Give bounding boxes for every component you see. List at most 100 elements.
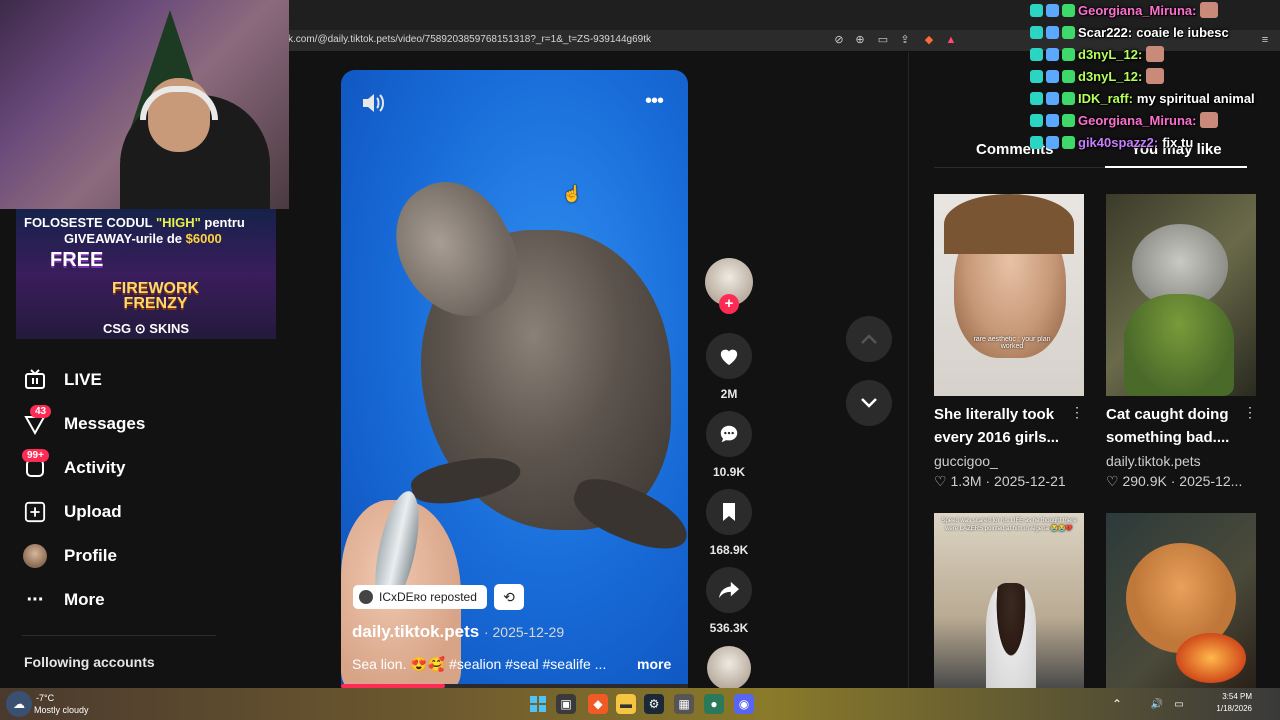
steam-icon[interactable]: ⚙ [644,694,664,714]
chat-username: Georgiana_Miruna: [1078,2,1197,18]
sidebar-item-more[interactable]: ··· More [22,585,222,615]
reposter-name: ICxDEʀᴏ [379,590,427,604]
sidebar-item-profile[interactable]: Profile [22,541,222,571]
block-icon[interactable]: ⊘ [832,33,846,47]
windows-start-icon[interactable] [528,694,548,714]
sponsor-banner: FOLOSESTE CODUL "HIGH" pentru GIVEAWAY-u… [16,209,276,339]
share-arrow-icon [719,581,739,599]
mouse-cursor-icon: ☝ [562,186,582,203]
zoom-icon[interactable]: ⊕ [853,33,867,47]
chat-emote-icon [1200,2,1219,18]
cat-sweater [1124,294,1234,396]
app-icon[interactable]: ● [704,694,724,714]
recommendation-menu-icon[interactable]: ⋮ [1243,404,1257,421]
post-date: 2025-12-29 [492,624,565,640]
stream-chat-overlay: Georgiana_Miruna: Scar222: coaie le iubesc… [1030,0,1280,170]
save-count: 168.9K [709,543,749,557]
chat-emote-icon [1146,46,1165,62]
recommendation-menu-icon[interactable]: ⋮ [1070,404,1084,421]
network-icon[interactable]: ▭ [1172,694,1186,714]
recommendation-title[interactable]: She literally took every 2016 girls... [934,403,1070,449]
share-icon[interactable]: ⇪ [898,33,912,47]
repost-label: reposted [430,590,477,604]
sidebar-item-activity[interactable]: 99+ Activity [22,449,222,483]
recommendation-title[interactable]: Cat caught doing something bad.... [1106,403,1242,449]
video-more-icon[interactable]: ••• [645,90,664,113]
caption-more-button[interactable]: more [637,656,671,672]
weather-icon[interactable]: ☁ [6,691,32,717]
chat-username: d3nyL_12: [1078,46,1143,62]
chat-line: Scar222: coaie le iubesc [1030,22,1229,42]
sidebar-item-label: LIVE [64,370,102,389]
ad-brand: CSG ⊙ SKINS [102,321,190,336]
calculator-icon[interactable]: ▦ [674,694,694,714]
sidebar-item-label: Profile [64,546,117,565]
chat-badge-icon [1030,25,1043,39]
video-player[interactable]: ••• ICxDEʀᴏ reposted ⟲ daily.tiktok.pets… [341,70,688,688]
chat-line: Georgiana_Miruna: [1030,110,1219,130]
profile-avatar [22,543,48,569]
like-button[interactable] [706,333,752,379]
video-caption: Sea lion. 😍🥰 #sealion #seal #sealife ... [352,656,607,672]
chat-line: IDK_raff: my spiritual animal [1030,88,1255,108]
cast-icon[interactable]: ▭ [876,33,890,47]
heart-outline-icon: ♡ [1106,473,1119,489]
chat-badge-icon [1030,69,1043,83]
clock-date[interactable]: 1/18/2026 [1212,704,1252,713]
chat-badge-icon [1062,3,1075,17]
upload-icon [22,499,48,525]
chat-badge-icon [1046,91,1059,105]
sidebar-item-upload[interactable]: Upload [22,497,222,527]
recommendation-author[interactable]: guccigoo_ [934,453,998,469]
chat-badge-icon [1062,113,1075,127]
recommendation-thumbnail[interactable] [1106,513,1256,688]
recommendation-thumbnail[interactable]: rare aesthetic : your plan worked [934,194,1084,396]
chat-badge-icon [1062,91,1075,105]
weather-desc: Mostly cloudy [34,705,89,715]
discord-icon[interactable]: ◉ [734,694,754,714]
next-video-button[interactable] [846,380,892,426]
chat-badge-icon [1030,47,1043,61]
chevron-up-icon [861,334,877,344]
url-text[interactable]: k.com/@daily.tiktok.pets/video/758920385… [288,34,651,45]
chat-line: Georgiana_Miruna: [1030,0,1219,20]
recommendation-thumbnail[interactable] [1106,194,1256,396]
chat-message: fix tu [1162,134,1194,150]
streamer-webcam [0,0,289,209]
recommendation-thumbnail[interactable]: Speed was scared for his LIFE as he thou… [934,513,1084,688]
comment-button[interactable] [706,411,752,457]
brave-shield-icon[interactable]: ◆ [922,33,936,47]
chat-username: d3nyL_12: [1078,68,1143,84]
ad-free-text: FREE [50,249,104,271]
recommendation-author[interactable]: daily.tiktok.pets [1106,453,1201,469]
tray-chevron-icon[interactable]: ⌃ [1110,694,1124,714]
chat-badge-icon [1062,135,1075,149]
video-author[interactable]: daily.tiktok.pets · 2025-12-29 [352,622,564,642]
repost-chip[interactable]: ICxDEʀᴏ reposted [353,585,487,609]
volume-tray-icon[interactable]: 🔊 [1150,694,1164,714]
task-view-icon[interactable]: ▣ [556,694,576,714]
more-dots-icon: ··· [26,588,45,611]
brave-browser-icon[interactable]: ◆ [588,694,608,714]
save-button[interactable] [706,489,752,535]
clock-time[interactable]: 3:54 PM [1218,692,1252,701]
file-explorer-icon[interactable]: ▬ [616,694,636,714]
chat-badge-icon [1062,25,1075,39]
chat-line: d3nyL_12: [1030,44,1165,64]
share-button[interactable] [706,567,752,613]
music-disc-avatar[interactable] [707,646,751,690]
chat-badge-icon [1062,69,1075,83]
chevron-down-icon [861,398,877,408]
previous-video-button[interactable] [846,316,892,362]
chat-badge-icon [1046,25,1059,39]
volume-icon[interactable] [361,92,385,120]
rewards-icon[interactable]: ▲ [944,33,958,47]
sidebar-item-live[interactable]: LIVE [22,365,222,395]
live-icon [22,367,48,393]
follow-plus-icon[interactable]: + [719,294,739,314]
repost-icon[interactable]: ⟲ [494,584,524,610]
chat-line: d3nyL_12: [1030,66,1165,86]
sidebar-item-messages[interactable]: 43 Messages [22,405,222,439]
chat-badge-icon [1046,47,1059,61]
ad-firework-text: FIREWORK FRENZY [112,280,200,312]
